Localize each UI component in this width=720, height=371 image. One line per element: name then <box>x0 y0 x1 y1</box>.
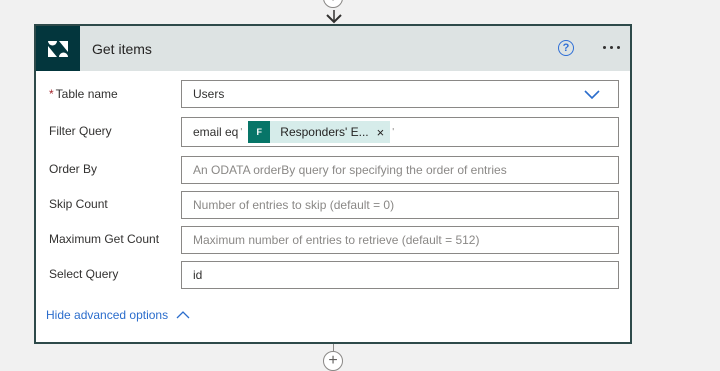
forms-icon: F <box>248 121 271 143</box>
table-name-dropdown[interactable]: Users <box>181 80 619 108</box>
order-by-label: Order By <box>49 162 98 176</box>
token-label: Responders' E... <box>280 125 369 139</box>
add-step-top-button[interactable]: + <box>323 0 343 8</box>
advanced-options-label: Hide advanced options <box>46 308 169 322</box>
skip-count-placeholder: Number of entries to skip (default = 0) <box>193 198 395 212</box>
table-name-row: * Table name Users <box>36 79 630 109</box>
filter-query-prefix: email eq <box>193 125 239 139</box>
chevron-down-icon[interactable] <box>584 90 600 100</box>
select-query-value: id <box>193 268 203 282</box>
order-by-input[interactable]: An ODATA orderBy query for specifying th… <box>181 156 619 184</box>
order-by-row: Order By An ODATA orderBy query for spec… <box>36 154 630 184</box>
max-get-count-row: Maximum Get Count Maximum number of entr… <box>36 224 630 254</box>
plus-icon: + <box>328 352 338 369</box>
connector-line <box>333 344 334 351</box>
help-icon[interactable]: ? <box>558 40 574 56</box>
order-by-placeholder: An ODATA orderBy query for specifying th… <box>193 163 507 177</box>
chevron-up-icon <box>176 311 190 319</box>
table-name-value: Users <box>193 87 225 101</box>
table-name-label: * Table name <box>49 87 118 101</box>
select-query-label: Select Query <box>49 267 119 281</box>
filter-query-row: Filter Query email eq ' F Responders' E.… <box>36 116 630 147</box>
dynamic-content-token[interactable]: F Responders' E... × <box>248 121 391 143</box>
select-query-input[interactable]: id <box>181 261 619 289</box>
max-get-count-input[interactable]: Maximum number of entries to retrieve (d… <box>181 226 619 254</box>
skip-count-input[interactable]: Number of entries to skip (default = 0) <box>181 191 619 219</box>
quote-close: ' <box>392 126 395 138</box>
filter-query-label: Filter Query <box>49 124 112 138</box>
zendesk-logo-icon <box>36 26 80 71</box>
filter-query-input[interactable]: email eq ' F Responders' E... × ' <box>181 117 619 147</box>
max-get-count-label: Maximum Get Count <box>49 232 160 246</box>
get-items-action-card: Get items ? * Table name Users Filter Que… <box>34 24 632 344</box>
arrow-down-icon <box>326 10 342 24</box>
add-step-button[interactable]: + <box>323 351 343 371</box>
plus-icon: + <box>328 0 337 6</box>
skip-count-row: Skip Count Number of entries to skip (de… <box>36 189 630 219</box>
hide-advanced-options-link[interactable]: Hide advanced options <box>46 308 190 322</box>
close-icon[interactable]: × <box>377 125 391 140</box>
card-title: Get items <box>92 40 152 57</box>
skip-count-label: Skip Count <box>49 197 108 211</box>
more-options-icon[interactable] <box>603 46 620 49</box>
max-get-count-placeholder: Maximum number of entries to retrieve (d… <box>193 233 480 247</box>
card-header[interactable]: Get items ? <box>36 26 630 71</box>
quote-open: ' <box>240 126 243 138</box>
select-query-row: Select Query id <box>36 259 630 289</box>
